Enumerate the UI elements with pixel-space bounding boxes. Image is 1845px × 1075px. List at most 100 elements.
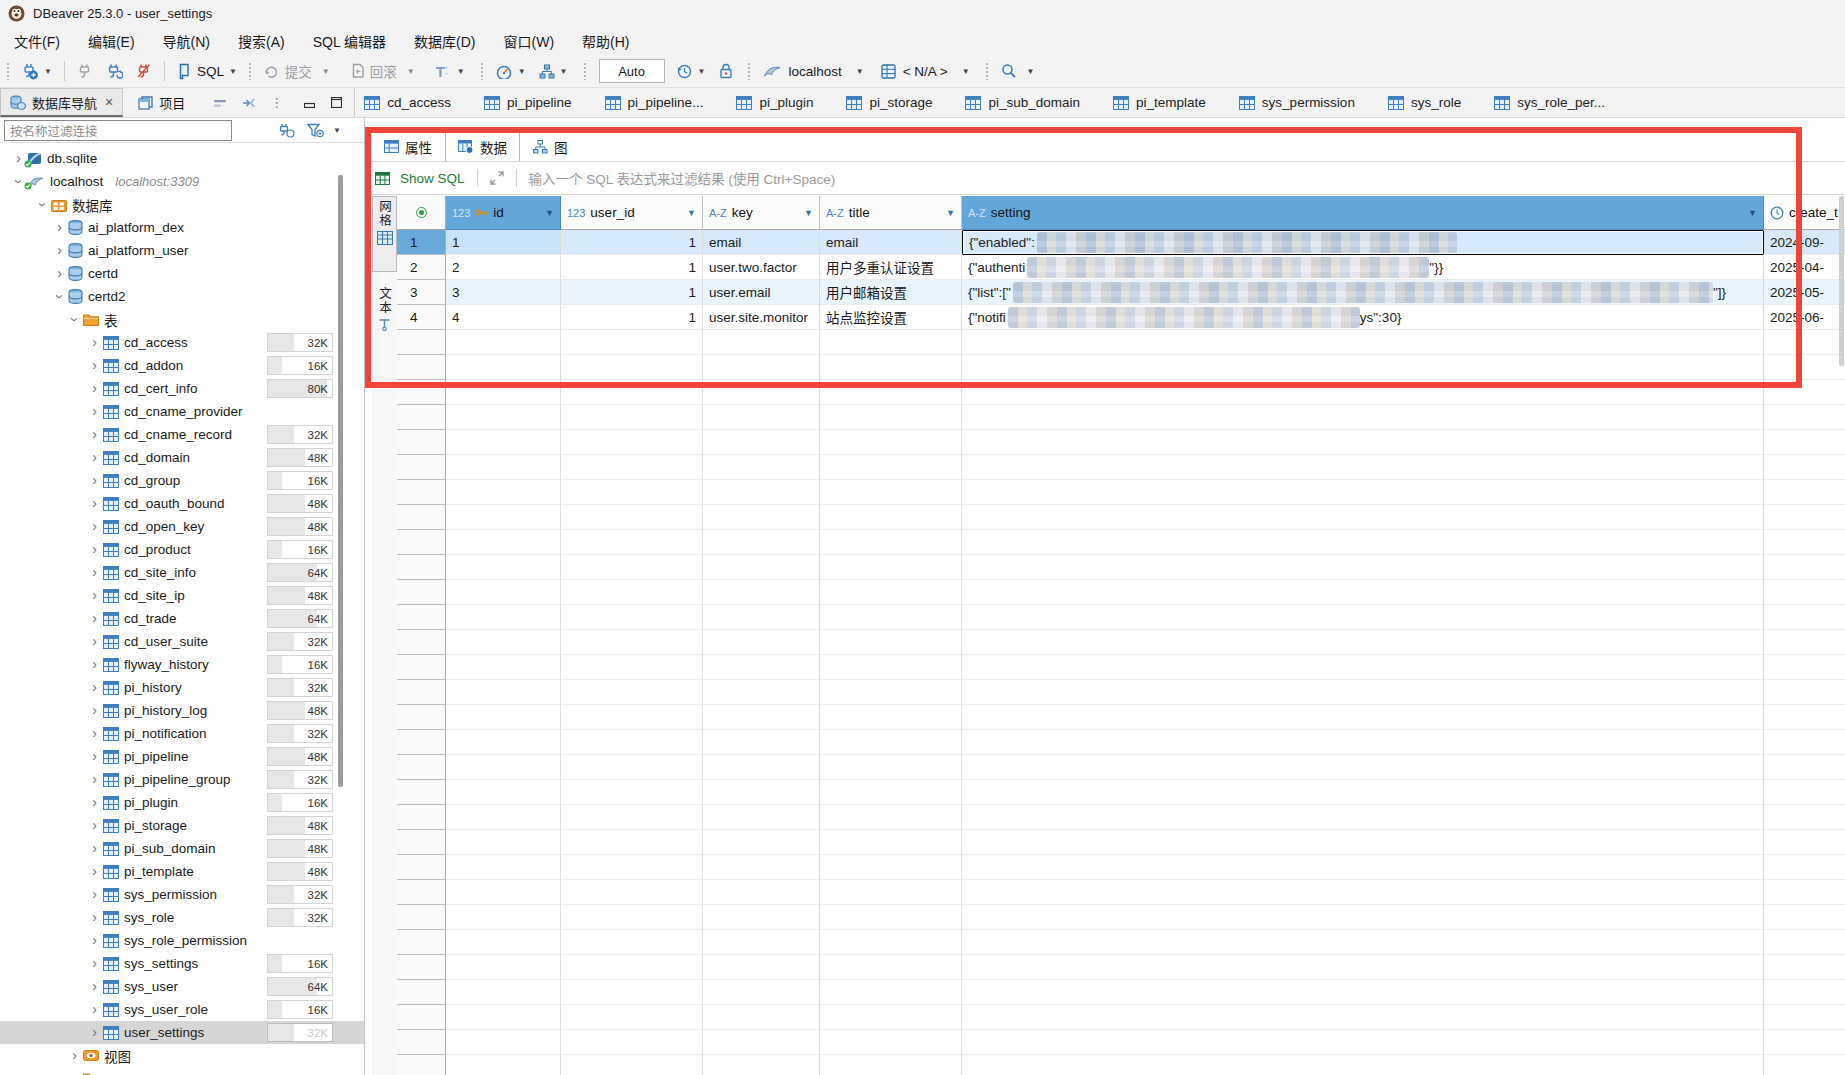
view-menu-icon[interactable]: ⋮	[263, 88, 290, 117]
active-connection-select[interactable]: localhost▼	[763, 64, 863, 79]
chevron-icon[interactable]: ›	[88, 773, 101, 786]
chevron-icon[interactable]: ›	[88, 888, 101, 901]
tree-item-certd[interactable]: ›certd	[0, 262, 364, 285]
menu-item-7[interactable]: 帮助(H)	[568, 31, 643, 51]
tree-item-cd_open_key[interactable]: ›cd_open_key48K	[0, 515, 364, 538]
chevron-icon[interactable]: ›	[88, 635, 101, 648]
tree-item-视图[interactable]: ›视图	[0, 1044, 364, 1067]
chevron-icon[interactable]: ›	[88, 612, 101, 625]
sql-editor-button[interactable]: SQL▼	[177, 63, 237, 80]
tree-item-cd_access[interactable]: ›cd_access32K	[0, 331, 364, 354]
reconnect-button[interactable]	[106, 63, 123, 79]
chevron-icon[interactable]: ›	[88, 359, 101, 372]
tree-item-cd_cname_provider[interactable]: ›cd_cname_provider	[0, 400, 364, 423]
editor-tab-cd_access[interactable]: cd_access	[359, 95, 479, 110]
menu-item-6[interactable]: 窗口(W)	[490, 31, 569, 51]
tree-item-sys_permission[interactable]: ›sys_permission32K	[0, 883, 364, 906]
chevron-icon[interactable]: ›	[88, 658, 101, 671]
filter-connected-icon[interactable]	[278, 123, 295, 138]
table-row[interactable]: 221user.two.factor用户多重认证设置{"authenti"}}2…	[397, 255, 1845, 280]
editor-tab-pi_pipeline[interactable]: pi_pipeline	[479, 95, 600, 110]
close-icon[interactable]: ×	[105, 94, 113, 110]
new-connection-button[interactable]: ▼	[21, 63, 52, 80]
tree-item-cd_product[interactable]: ›cd_product16K	[0, 538, 364, 561]
tree-item-pi_sub_domain[interactable]: ›pi_sub_domain48K	[0, 837, 364, 860]
chevron-icon[interactable]: ›	[53, 244, 66, 257]
link-editor-icon[interactable]	[234, 88, 263, 117]
tree-item-pi_history[interactable]: ›pi_history32K	[0, 676, 364, 699]
select-all-corner[interactable]	[397, 196, 446, 230]
chevron-icon[interactable]: ›	[88, 589, 101, 602]
column-header-key[interactable]: A-Zkey▼	[703, 196, 820, 230]
tree-item-pi_storage[interactable]: ›pi_storage48K	[0, 814, 364, 837]
tree-item-cd_oauth_bound[interactable]: ›cd_oauth_bound48K	[0, 492, 364, 515]
tree-item-localhost[interactable]: ›localhostlocalhost:3309	[0, 170, 364, 193]
editor-tab-sys_role[interactable]: sys_role	[1383, 95, 1489, 110]
column-header-setting[interactable]: A-Zsetting▼	[962, 196, 1764, 230]
menu-item-1[interactable]: 编辑(E)	[74, 31, 149, 51]
row-number[interactable]: 3	[397, 280, 446, 305]
chevron-icon[interactable]: ›	[88, 842, 101, 855]
chevron-icon[interactable]: ›	[88, 704, 101, 717]
chevron-icon[interactable]: ›	[88, 497, 101, 510]
dashboard-button[interactable]: ▼	[495, 64, 526, 79]
table-row[interactable]: 111emailemail{"enabled":2024-09-	[397, 230, 1845, 255]
active-database-select[interactable]: < N/A >▼	[881, 64, 970, 79]
tree-item-ai_platform_user[interactable]: ›ai_platform_user	[0, 239, 364, 262]
tree-item-pi_template[interactable]: ›pi_template48K	[0, 860, 364, 883]
chevron-icon[interactable]: ›	[88, 727, 101, 740]
tree-item-数据库[interactable]: ›数据库	[0, 193, 364, 216]
editor-tab-pi_template[interactable]: pi_template	[1108, 95, 1234, 110]
filter-funnel-icon[interactable]	[307, 123, 324, 138]
sidebar-scrollbar[interactable]	[338, 175, 343, 787]
menu-item-5[interactable]: 数据库(D)	[400, 31, 489, 51]
show-sql-button[interactable]: Show SQL	[400, 171, 465, 186]
chevron-icon[interactable]: ›	[88, 543, 101, 556]
editor-tab-pi_pipeline[interactable]: pi_pipeline...	[600, 95, 732, 110]
chevron-icon[interactable]: ›	[88, 1003, 101, 1016]
tab-database-navigator[interactable]: 数据库导航 ×	[0, 88, 123, 117]
collapse-all-icon[interactable]	[206, 88, 234, 117]
editor-tab-pi_sub_domain[interactable]: pi_sub_domain	[960, 95, 1108, 110]
chevron-icon[interactable]: ›	[88, 566, 101, 579]
tree-item-cd_site_info[interactable]: ›cd_site_info64K	[0, 561, 364, 584]
chevron-icon[interactable]: ›	[88, 520, 101, 533]
row-number[interactable]: 2	[397, 255, 446, 280]
tree-item-sys_settings[interactable]: ›sys_settings16K	[0, 952, 364, 975]
minimize-panel-icon[interactable]	[296, 88, 323, 117]
tree-item-cd_cname_record[interactable]: ›cd_cname_record32K	[0, 423, 364, 446]
editor-tab-pi_storage[interactable]: pi_storage	[841, 95, 960, 110]
chevron-icon[interactable]: ›	[88, 911, 101, 924]
auto-commit-input[interactable]: Auto	[599, 59, 665, 83]
grid-scrollbar[interactable]	[1839, 196, 1844, 366]
chevron-icon[interactable]: ›	[88, 405, 101, 418]
table-row[interactable]: 441user.site.monitor站点监控设置{"notifiys":30…	[397, 305, 1845, 330]
tree-item-cd_addon[interactable]: ›cd_addon16K	[0, 354, 364, 377]
tree-item-sys_role[interactable]: ›sys_role32K	[0, 906, 364, 929]
tree-item-flyway_history[interactable]: ›flyway_history16K	[0, 653, 364, 676]
setting-cell[interactable]: {"notifiys":30}	[962, 305, 1764, 330]
chevron-icon[interactable]: ›	[68, 313, 81, 326]
chevron-icon[interactable]: ›	[88, 336, 101, 349]
tree-item-sys_user[interactable]: ›sys_user64K	[0, 975, 364, 998]
menu-item-3[interactable]: 搜索(A)	[224, 31, 299, 51]
chevron-icon[interactable]: ›	[88, 957, 101, 970]
tree-item-pi_history_log[interactable]: ›pi_history_log48K	[0, 699, 364, 722]
tree-item-user_settings[interactable]: ›user_settings32K	[0, 1021, 364, 1044]
editor-tab-sys_role_per[interactable]: sys_role_per...	[1489, 95, 1633, 110]
editor-tab-sys_permission[interactable]: sys_permission	[1234, 95, 1383, 110]
column-header-user_id[interactable]: 123user_id▼	[561, 196, 703, 230]
menu-item-4[interactable]: SQL 编辑器	[299, 31, 400, 51]
sql-filter-input[interactable]: 输入一个 SQL 表达式来过滤结果 (使用 Ctrl+Space)	[529, 168, 836, 188]
commit-button[interactable]: 提交▼	[263, 61, 330, 81]
chevron-icon[interactable]: ›	[53, 267, 66, 280]
cluster-button[interactable]: ▼	[539, 64, 568, 79]
disconnect-button[interactable]	[136, 63, 152, 79]
tree-item-sys_role_permission[interactable]: ›sys_role_permission	[0, 929, 364, 952]
tree-item-pi_pipeline_group[interactable]: ›pi_pipeline_group32K	[0, 768, 364, 791]
tree-item-pi_notification[interactable]: ›pi_notification32K	[0, 722, 364, 745]
tree-item-表[interactable]: ›表	[0, 308, 364, 331]
filter-dropdown-icon[interactable]: ▼	[333, 126, 341, 135]
chevron-icon[interactable]: ›	[88, 428, 101, 441]
tree-item-certd2[interactable]: ›certd2	[0, 285, 364, 308]
